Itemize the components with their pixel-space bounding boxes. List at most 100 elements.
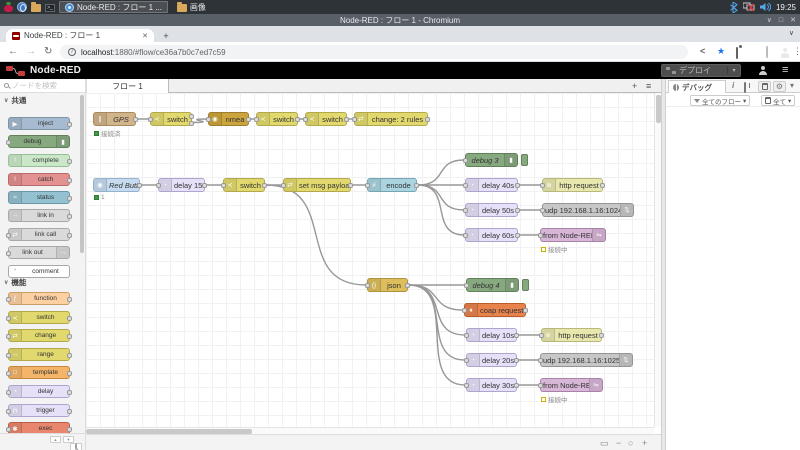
window-maximize-icon[interactable]: □ [779,17,783,24]
node-input-port[interactable] [463,158,468,163]
raspberry-menu-icon[interactable] [4,2,13,12]
browser-menu-kebab-icon[interactable]: ⋮ [793,46,800,57]
flow-node-ws2[interactable]: from Node-RED⇋ [540,378,603,392]
flow-tab[interactable]: フロー 1 [86,79,169,93]
new-tab-button[interactable]: + [160,30,172,42]
palette-search[interactable]: ノードを検索 [0,79,86,93]
canvas-hscrollbar[interactable] [86,427,654,434]
node-output-port[interactable] [67,122,72,127]
flow-node-d60[interactable]: ◔delay 60s [465,228,518,242]
window-shade-icon[interactable]: ∨ [767,16,772,24]
flow-node-json[interactable]: {}json [367,278,408,292]
extensions-puzzle-icon[interactable] [736,48,738,58]
palette-node-change[interactable]: ⇄change [8,329,70,342]
url-bar[interactable]: i localhost:1880/#flow/ce36a7b0c7ed7c59 [60,45,688,59]
node-input-port[interactable] [303,117,308,122]
flow-node-d10[interactable]: ◔delay 10s [466,328,517,342]
taskbar-window-images[interactable]: 画像 [172,1,211,13]
node-input-port[interactable] [6,353,11,358]
palette-collapse-all-icon[interactable]: ▴ [50,436,61,443]
flow-node-sw3[interactable]: ≺switch [305,112,347,126]
node-output-port[interactable] [67,297,72,302]
node-input-port[interactable] [206,117,211,122]
node-output-port[interactable] [67,178,72,183]
node-output-port[interactable] [514,358,519,363]
node-output-port[interactable] [523,308,528,313]
palette-scrollbar[interactable] [80,95,84,253]
node-output-port[interactable] [515,183,520,188]
network-disconnected-icon[interactable] [743,2,755,12]
node-output-port[interactable] [514,383,519,388]
flow-node-http2[interactable]: ⊕http request [541,328,602,342]
node-input-port[interactable] [6,334,11,339]
tab-search-caret-icon[interactable]: ∨ [789,29,794,37]
node-output-port[interactable] [67,214,72,219]
node-output-port[interactable] [137,183,142,188]
node-output-port[interactable] [348,183,353,188]
sidebar-caret-icon[interactable]: ▾ [790,81,794,90]
flow-node-gps[interactable]: ∥GPS [93,112,136,126]
node-input-port[interactable] [254,117,259,122]
node-input-port[interactable] [156,183,161,188]
node-input-port[interactable] [221,183,226,188]
node-input-port[interactable] [538,383,543,388]
flow-node-http1[interactable]: ⊕http request [542,178,603,192]
node-input-port[interactable] [538,358,543,363]
window-close-icon[interactable]: ✕ [790,16,796,24]
deploy-button[interactable]: デプロイ ▾ [661,64,741,77]
sidebar-tab-debug[interactable]: デバッグ [668,80,726,93]
bookmark-star-icon[interactable]: ★ [717,46,725,57]
palette-node-template[interactable]: □template [8,366,70,379]
flow-node-d40[interactable]: ◔delay 40s [465,178,518,192]
node-output-port[interactable] [515,208,520,213]
node-output-port[interactable] [189,121,194,126]
palette-section-1[interactable]: ∨機能 [4,277,80,288]
taskbar-window-nodered[interactable]: Node-RED : フロー 1 ... [59,1,168,13]
node-input-port[interactable] [365,183,370,188]
palette-node-delay[interactable]: ◔delay [8,385,70,398]
node-output-port[interactable] [295,117,300,122]
node-output-port[interactable] [67,353,72,358]
node-input-port[interactable] [281,183,286,188]
flow-node-d15[interactable]: ◔delay 15s [158,178,205,192]
palette-node-trigger[interactable]: ⊓trigger [8,404,70,417]
tab-close-icon[interactable]: ✕ [142,32,148,40]
zoom-out-icon[interactable]: − [616,438,621,448]
flow-node-sw2[interactable]: ≺switch [256,112,298,126]
palette-node-range[interactable]: ↔range [8,348,70,361]
node-input-port[interactable] [6,140,11,145]
node-input-port[interactable] [6,409,11,414]
flow-node-rb[interactable]: ◉Red Button [93,178,140,192]
canvas-vscrollbar[interactable] [654,93,661,427]
zoom-in-icon[interactable]: + [642,438,647,448]
node-output-port[interactable] [246,117,251,122]
node-output-port[interactable] [67,371,72,376]
share-icon[interactable]: < [700,46,705,56]
flow-node-enc[interactable]: #encode [367,178,417,192]
palette-node-status[interactable]: ≈status [8,191,70,204]
sidebar-debug-trash-icon[interactable] [758,81,771,92]
node-output-port[interactable] [414,183,419,188]
node-input-port[interactable] [6,251,11,256]
node-output-port[interactable] [262,183,267,188]
node-input-port[interactable] [352,117,357,122]
debug-messages-panel[interactable] [666,107,800,450]
node-input-port[interactable] [6,371,11,376]
clock[interactable]: 19:25 [776,3,796,12]
debug-clear-all-button[interactable]: 全て ▾ [761,95,795,106]
palette-node-exec[interactable]: ✱exec [8,422,70,433]
node-output-port[interactable] [600,183,605,188]
node-input-port[interactable] [6,390,11,395]
url-text[interactable]: localhost:1880/#flow/ce36a7b0c7ed7c59 [81,48,226,57]
palette-node-function[interactable]: ƒfunction [8,292,70,305]
palette-node-link-in[interactable]: →link in [8,209,70,222]
node-input-port[interactable] [6,233,11,238]
node-output-port[interactable] [405,283,410,288]
node-output-port[interactable] [202,183,207,188]
node-output-port[interactable] [515,233,520,238]
palette-node-catch[interactable]: !catch [8,173,70,186]
flow-node-dbg4[interactable]: debug 4▮ [466,278,519,292]
node-output-port[interactable] [67,409,72,414]
browser-tab[interactable]: Node-RED : フロー 1 ✕ [6,29,154,42]
node-input-port[interactable] [539,333,544,338]
